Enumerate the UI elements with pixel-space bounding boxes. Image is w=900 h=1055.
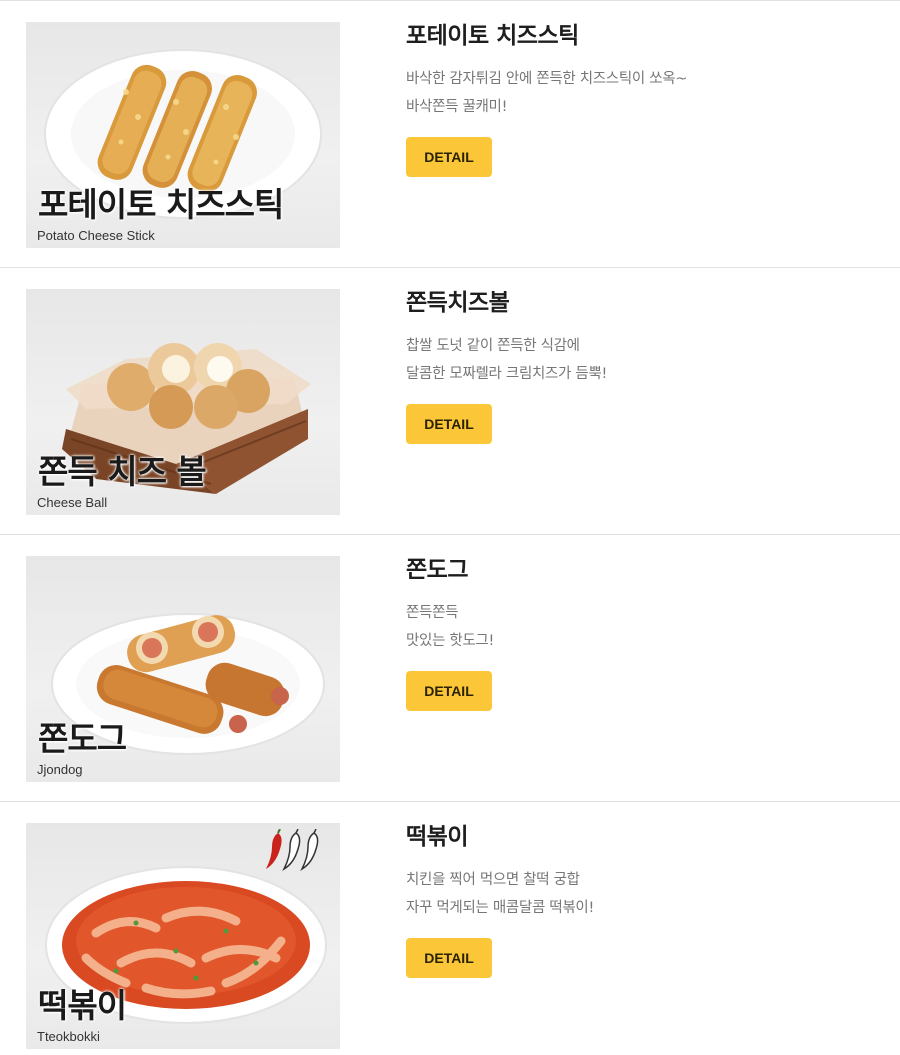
menu-info: 쫀득치즈볼 찹쌀 도넛 같이 쫀득한 식감에 달콤한 모짜렐라 크림치즈가 듬뿍… (406, 286, 886, 444)
description-line: 찹쌀 도넛 같이 쫀득한 식감에 (406, 338, 580, 354)
image-title: 포테이토 치즈스틱 (38, 185, 284, 224)
description-line: 맛있는 핫도그! (406, 633, 495, 649)
description-line: 바삭한 감자튀김 안에 쫀득한 치즈스틱이 쏘옥~ (406, 71, 688, 87)
menu-image-jjondog[interactable]: 쫀도그 Jjondog (26, 556, 340, 782)
menu-list: 포테이토 치즈스틱 Potato Cheese Stick 포테이토 치즈스틱 … (0, 0, 900, 1055)
menu-item-cheese-ball: 쫀득 치즈 볼 Cheese Ball 쫀득치즈볼 찹쌀 도넛 같이 쫀득한 식… (0, 268, 900, 535)
menu-image-tteokbokki[interactable]: 떡볶이 Tteokbokki (26, 823, 340, 1049)
menu-info: 쫀도그 쫀득쫀득 맛있는 핫도그! DETAIL (406, 553, 886, 711)
menu-item-tteokbokki: 떡볶이 Tteokbokki 떡볶이 치킨을 찍어 먹으면 찰떡 궁합 자꾸 먹… (0, 802, 900, 1055)
menu-item-potato-cheese-stick: 포테이토 치즈스틱 Potato Cheese Stick 포테이토 치즈스틱 … (0, 1, 900, 268)
menu-image-cheese-ball[interactable]: 쫀득 치즈 볼 Cheese Ball (26, 289, 340, 515)
menu-info: 떡볶이 치킨을 찍어 먹으면 찰떡 궁합 자꾸 먹게되는 매콤달콤 떡볶이! D… (406, 820, 886, 978)
description-line: 쫀득쫀득 (406, 605, 459, 621)
chili-pepper-icon (266, 829, 319, 871)
image-title: 쫀도그 (38, 719, 127, 758)
description-line: 치킨을 찍어 먹으면 찰떡 궁합 (406, 872, 580, 888)
image-title: 떡볶이 (38, 986, 127, 1025)
menu-title[interactable]: 쫀도그 (406, 553, 886, 587)
menu-item-jjondog: 쫀도그 Jjondog 쫀도그 쫀득쫀득 맛있는 핫도그! DETAIL (0, 535, 900, 802)
menu-image-potato-cheese-stick[interactable]: 포테이토 치즈스틱 Potato Cheese Stick (26, 22, 340, 248)
menu-info: 포테이토 치즈스틱 바삭한 감자튀김 안에 쫀득한 치즈스틱이 쏘옥~ 바삭쫀득… (406, 19, 886, 177)
detail-button[interactable]: DETAIL (406, 137, 492, 177)
menu-description: 쫀득쫀득 맛있는 핫도그! (406, 599, 886, 655)
menu-description: 치킨을 찍어 먹으면 찰떡 궁합 자꾸 먹게되는 매콤달콤 떡볶이! (406, 866, 886, 922)
detail-button[interactable]: DETAIL (406, 404, 492, 444)
image-title: 쫀득 치즈 볼 (38, 452, 207, 491)
menu-title[interactable]: 쫀득치즈볼 (406, 286, 886, 320)
menu-description: 바삭한 감자튀김 안에 쫀득한 치즈스틱이 쏘옥~ 바삭쫀득 꿀캐미! (406, 65, 886, 121)
menu-title[interactable]: 포테이토 치즈스틱 (406, 19, 886, 53)
description-line: 달콤한 모짜렐라 크림치즈가 듬뿍! (406, 366, 607, 382)
detail-button[interactable]: DETAIL (406, 671, 492, 711)
detail-button[interactable]: DETAIL (406, 938, 492, 978)
image-subtitle: Potato Cheese Stick (37, 228, 155, 243)
menu-description: 찹쌀 도넛 같이 쫀득한 식감에 달콤한 모짜렐라 크림치즈가 듬뿍! (406, 332, 886, 388)
image-subtitle: Cheese Ball (37, 495, 108, 510)
description-line: 자꾸 먹게되는 매콤달콤 떡볶이! (406, 900, 594, 916)
image-subtitle: Tteokbokki (37, 1029, 100, 1044)
menu-title[interactable]: 떡볶이 (406, 820, 886, 854)
image-subtitle: Jjondog (37, 762, 83, 777)
description-line: 바삭쫀득 꿀캐미! (406, 99, 508, 115)
